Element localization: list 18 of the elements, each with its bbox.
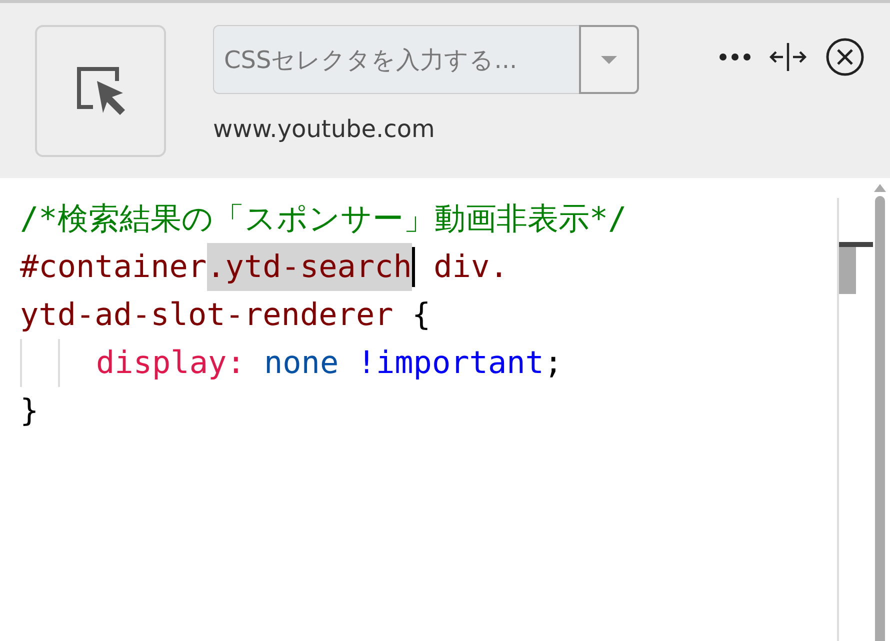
code-brace: } <box>20 392 39 431</box>
code-selector: #container <box>20 248 207 287</box>
more-icon[interactable] <box>719 52 751 62</box>
code-brace: ; <box>544 344 563 383</box>
code-property: display: <box>96 344 246 383</box>
code-value: none <box>262 344 339 383</box>
close-icon[interactable] <box>825 37 865 77</box>
code-selector: ytd-ad-slot-renderer <box>20 296 394 335</box>
element-picker-button[interactable] <box>35 25 166 157</box>
code-brace: { <box>410 296 431 335</box>
code-keyword: !important <box>356 344 544 383</box>
code-comment: /*検索結果の「スポンサー」動画非表示*/ <box>20 200 627 239</box>
selected-text: .ytd-search <box>206 243 412 291</box>
caret-icon <box>601 56 617 64</box>
hostname-label: www.youtube.com <box>213 114 436 144</box>
text-cursor <box>412 247 415 287</box>
code-selector: div. <box>432 248 508 287</box>
resize-horizontal-icon[interactable] <box>769 42 807 72</box>
